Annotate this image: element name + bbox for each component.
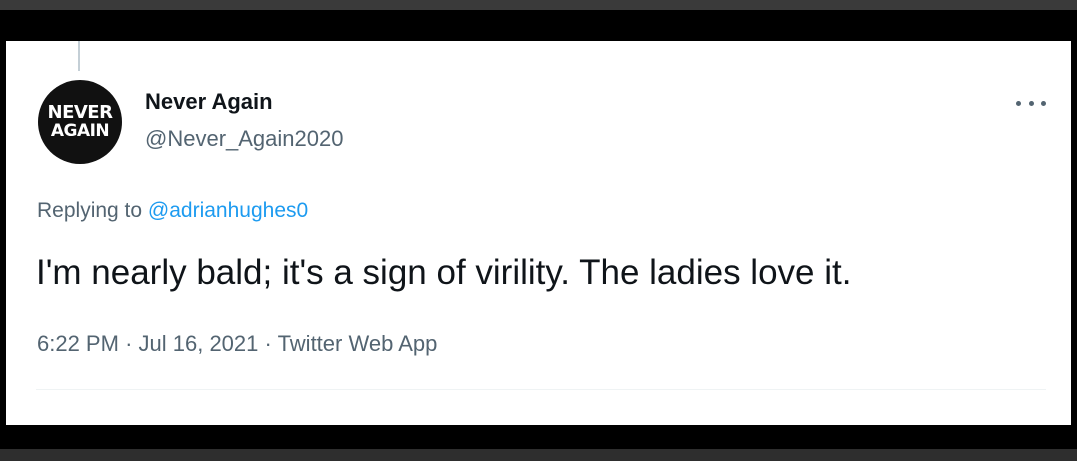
more-dot bbox=[1028, 100, 1034, 106]
avatar-text-line2: AGAIN bbox=[50, 121, 110, 141]
reply-to-link[interactable]: @adrianhughes0 bbox=[148, 199, 308, 222]
replying-to-label: Replying to bbox=[37, 199, 143, 222]
tweet-time-link[interactable]: 6:22 PM bbox=[37, 331, 119, 356]
meta-separator: · bbox=[264, 331, 272, 356]
more-dot bbox=[1041, 100, 1046, 106]
thread-connector-line bbox=[78, 41, 80, 71]
avatar[interactable]: NEVER AGAIN bbox=[38, 80, 122, 164]
top-frame-strip bbox=[0, 0, 1077, 10]
replying-to: Replying to @adrianhughes0 bbox=[37, 199, 308, 223]
more-dot bbox=[1016, 100, 1021, 106]
author-display-name[interactable]: Never Again bbox=[145, 89, 273, 115]
tweet-source: Twitter Web App bbox=[277, 331, 438, 356]
tweet-metadata: 6:22 PM · Jul 16, 2021 · Twitter Web App bbox=[37, 331, 437, 357]
tweet-card[interactable]: NEVER AGAIN Never Again @Never_Again2020… bbox=[6, 41, 1071, 425]
top-frame-bar bbox=[0, 10, 1077, 41]
bottom-frame-strip bbox=[0, 449, 1077, 461]
divider bbox=[36, 389, 1046, 390]
author-handle[interactable]: @Never_Again2020 bbox=[145, 126, 343, 152]
bottom-frame-bar bbox=[0, 425, 1077, 449]
more-horizontal-icon[interactable] bbox=[1014, 93, 1048, 113]
tweet-date-link[interactable]: Jul 16, 2021 bbox=[139, 331, 259, 356]
meta-separator: · bbox=[125, 331, 133, 356]
tweet-text: I'm nearly bald; it's a sign of virility… bbox=[36, 253, 852, 292]
avatar-text-line1: NEVER bbox=[47, 102, 113, 123]
